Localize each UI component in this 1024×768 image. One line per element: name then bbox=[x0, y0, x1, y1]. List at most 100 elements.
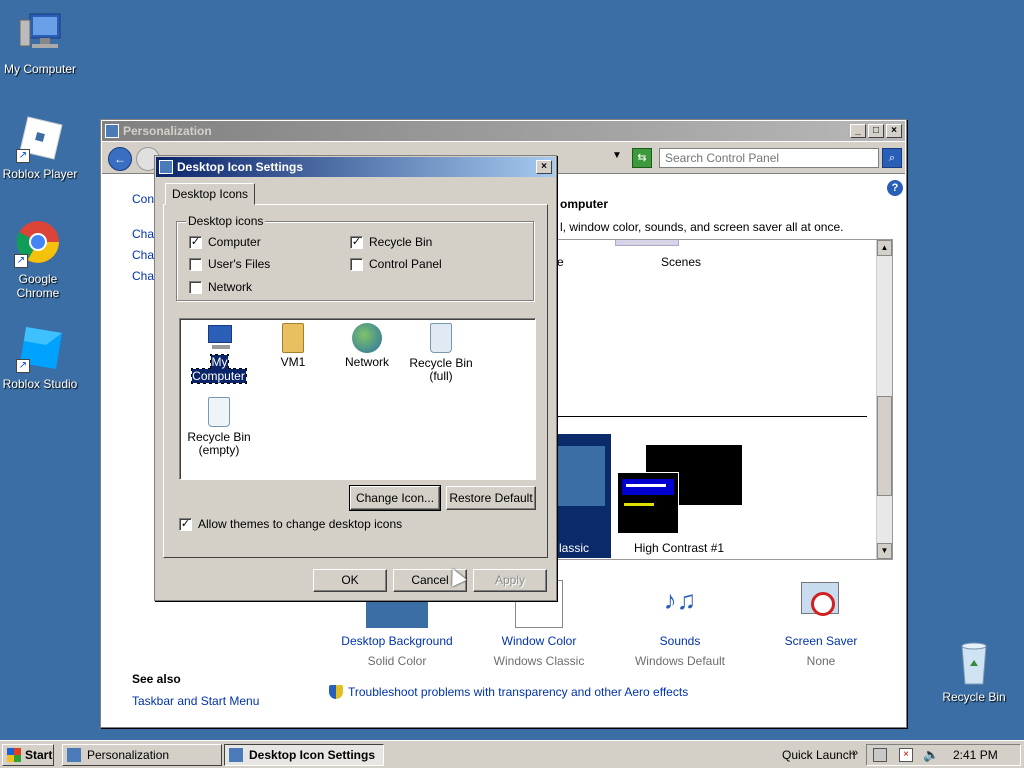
taskbar-start-menu-link[interactable]: Taskbar and Start Menu bbox=[132, 694, 259, 708]
recycle-bin-icon bbox=[950, 638, 998, 686]
roblox-studio-icon: ↗ bbox=[16, 325, 64, 373]
icon-list[interactable]: My Computer VM1 Network Recycle Bin (ful… bbox=[179, 318, 536, 480]
sounds-icon: ♪♫ bbox=[663, 585, 697, 615]
desktop-icon-recycle-bin[interactable]: Recycle Bin bbox=[934, 638, 1014, 704]
icon-list-item[interactable]: My Computer bbox=[184, 323, 254, 384]
icon-list-item[interactable]: VM1 bbox=[258, 323, 328, 369]
desktop-icon-roblox-player[interactable]: ↗ Roblox Player bbox=[0, 115, 80, 181]
item-label[interactable]: Window Color bbox=[474, 634, 604, 648]
group-label: Desktop icons bbox=[186, 214, 266, 228]
task-label: Desktop Icon Settings bbox=[249, 748, 376, 762]
checkbox-users-files[interactable]: User's Files bbox=[189, 257, 270, 271]
checkbox-label: Allow themes to change desktop icons bbox=[198, 517, 403, 531]
change-icon-button[interactable]: Change Icon... bbox=[349, 485, 441, 511]
clock[interactable]: 2:41 PM bbox=[953, 748, 998, 762]
checkbox-box[interactable] bbox=[189, 257, 202, 271]
dialog-title-icon bbox=[159, 160, 173, 174]
checkbox-allow-themes[interactable]: ✓ Allow themes to change desktop icons bbox=[179, 517, 402, 531]
taskbar-item-personalization[interactable]: Personalization bbox=[62, 744, 222, 766]
icon-list-label: Network bbox=[344, 355, 389, 369]
close-button[interactable]: × bbox=[886, 124, 902, 138]
minimize-button[interactable]: _ bbox=[850, 124, 866, 138]
troubleshoot-link[interactable]: Troubleshoot problems with transparency … bbox=[348, 685, 688, 699]
checkbox-box[interactable]: ✓ bbox=[179, 517, 192, 531]
dialog-titlebar[interactable]: Desktop Icon Settings × bbox=[156, 157, 555, 177]
checkbox-label: Computer bbox=[208, 235, 261, 249]
checkbox-box[interactable]: ✓ bbox=[189, 235, 202, 249]
back-button[interactable]: ← bbox=[108, 147, 132, 171]
desktop-icon-google-chrome[interactable]: ↗ Google Chrome bbox=[0, 220, 78, 300]
taskbar-item-desktop-icon-settings[interactable]: Desktop Icon Settings bbox=[224, 744, 384, 766]
control-panel-icon bbox=[67, 748, 81, 762]
windows-logo-icon bbox=[7, 748, 21, 762]
computer-icon bbox=[16, 10, 64, 58]
item-label[interactable]: Sounds bbox=[615, 634, 745, 648]
desktop-icon-label: My Computer bbox=[3, 62, 77, 76]
control-panel-icon bbox=[105, 124, 119, 138]
icon-list-item[interactable]: Recycle Bin (full) bbox=[406, 323, 476, 383]
restore-default-button[interactable]: Restore Default bbox=[446, 486, 536, 510]
item-label[interactable]: Desktop Background bbox=[332, 634, 462, 648]
desktop-icon-my-computer[interactable]: My Computer bbox=[0, 10, 80, 76]
dialog-close-button[interactable]: × bbox=[536, 160, 552, 174]
search-input[interactable] bbox=[659, 148, 879, 168]
theme-classic-preview[interactable] bbox=[557, 434, 611, 558]
theme-preview-top bbox=[615, 240, 679, 246]
ok-button[interactable]: OK bbox=[313, 569, 387, 592]
checkbox-box[interactable] bbox=[189, 280, 202, 294]
icon-list-label: My Computer bbox=[191, 354, 247, 384]
checkbox-box[interactable] bbox=[350, 257, 363, 271]
gallery-scrollbar[interactable]: ▲ ▼ bbox=[876, 240, 892, 559]
quick-launch-label[interactable]: Quick Launch bbox=[782, 748, 855, 762]
checkbox-computer[interactable]: ✓ Computer bbox=[189, 235, 261, 249]
network-icon bbox=[352, 323, 382, 353]
sounds-item[interactable]: ♪♫ Sounds Windows Default bbox=[615, 580, 745, 668]
recycle-bin-empty-icon bbox=[208, 397, 230, 427]
address-dropdown-arrow[interactable]: ▼ bbox=[612, 150, 622, 161]
network-tray-icon[interactable] bbox=[873, 748, 887, 762]
icon-list-item[interactable]: Network bbox=[332, 323, 402, 369]
search-button[interactable]: ⌕ bbox=[882, 148, 902, 168]
theme-gallery[interactable]: e Scenes lassic High Contrast #1 ▲ ▼ bbox=[556, 239, 893, 560]
checkbox-network[interactable]: Network bbox=[189, 280, 252, 294]
desktop-icon-label: Roblox Player bbox=[2, 167, 78, 181]
theme-label: lassic bbox=[559, 541, 590, 555]
page-description: l, window color, sounds, and screen save… bbox=[560, 220, 844, 234]
tab-desktop-icons[interactable]: Desktop Icons bbox=[165, 183, 256, 205]
icon-list-item[interactable]: Recycle Bin (empty) bbox=[182, 397, 256, 457]
scroll-thumb[interactable] bbox=[877, 396, 892, 496]
roblox-player-icon: ↗ bbox=[16, 115, 64, 163]
theme-high-contrast-preview[interactable] bbox=[617, 445, 743, 535]
item-sub: Windows Classic bbox=[493, 654, 585, 668]
item-label[interactable]: Screen Saver bbox=[756, 634, 886, 648]
desktop-icon-label: Roblox Studio bbox=[2, 377, 78, 391]
checkbox-label: Recycle Bin bbox=[369, 235, 433, 249]
item-sub: Solid Color bbox=[367, 654, 427, 668]
apply-button[interactable]: Apply bbox=[473, 569, 547, 592]
checkbox-box[interactable]: ✓ bbox=[350, 235, 363, 249]
checkbox-recycle-bin[interactable]: ✓ Recycle Bin bbox=[350, 235, 432, 249]
scroll-up-arrow[interactable]: ▲ bbox=[877, 240, 892, 256]
desktop-icon-roblox-studio[interactable]: ↗ Roblox Studio bbox=[0, 325, 80, 391]
help-icon[interactable]: ? bbox=[887, 180, 903, 196]
scroll-down-arrow[interactable]: ▼ bbox=[877, 543, 892, 559]
checkbox-control-panel[interactable]: Control Panel bbox=[350, 257, 442, 271]
shortcut-arrow-icon: ↗ bbox=[16, 149, 30, 163]
checkbox-label: Control Panel bbox=[369, 257, 442, 271]
icon-list-label: (empty) bbox=[198, 443, 240, 457]
refresh-button[interactable]: ⇆ bbox=[632, 148, 652, 168]
start-button[interactable]: Start bbox=[2, 744, 54, 766]
action-center-icon[interactable]: × bbox=[899, 748, 913, 762]
desktop-icon-label: Recycle Bin bbox=[942, 690, 1006, 704]
start-label: Start bbox=[25, 748, 53, 762]
recycle-bin-full-icon bbox=[430, 323, 452, 353]
chevron-right-icon[interactable]: » bbox=[852, 747, 858, 759]
personalization-titlebar[interactable]: Personalization _ □ × bbox=[102, 121, 905, 141]
volume-icon[interactable]: 🔈 bbox=[923, 747, 939, 763]
desktop-icon-label: Google Chrome bbox=[16, 272, 60, 300]
maximize-button[interactable]: □ bbox=[868, 124, 884, 138]
screen-saver-item[interactable]: Screen Saver None bbox=[756, 580, 886, 668]
see-also-heading: See also bbox=[132, 672, 181, 686]
task-label: Personalization bbox=[87, 748, 170, 762]
page-heading: omputer bbox=[560, 197, 608, 211]
